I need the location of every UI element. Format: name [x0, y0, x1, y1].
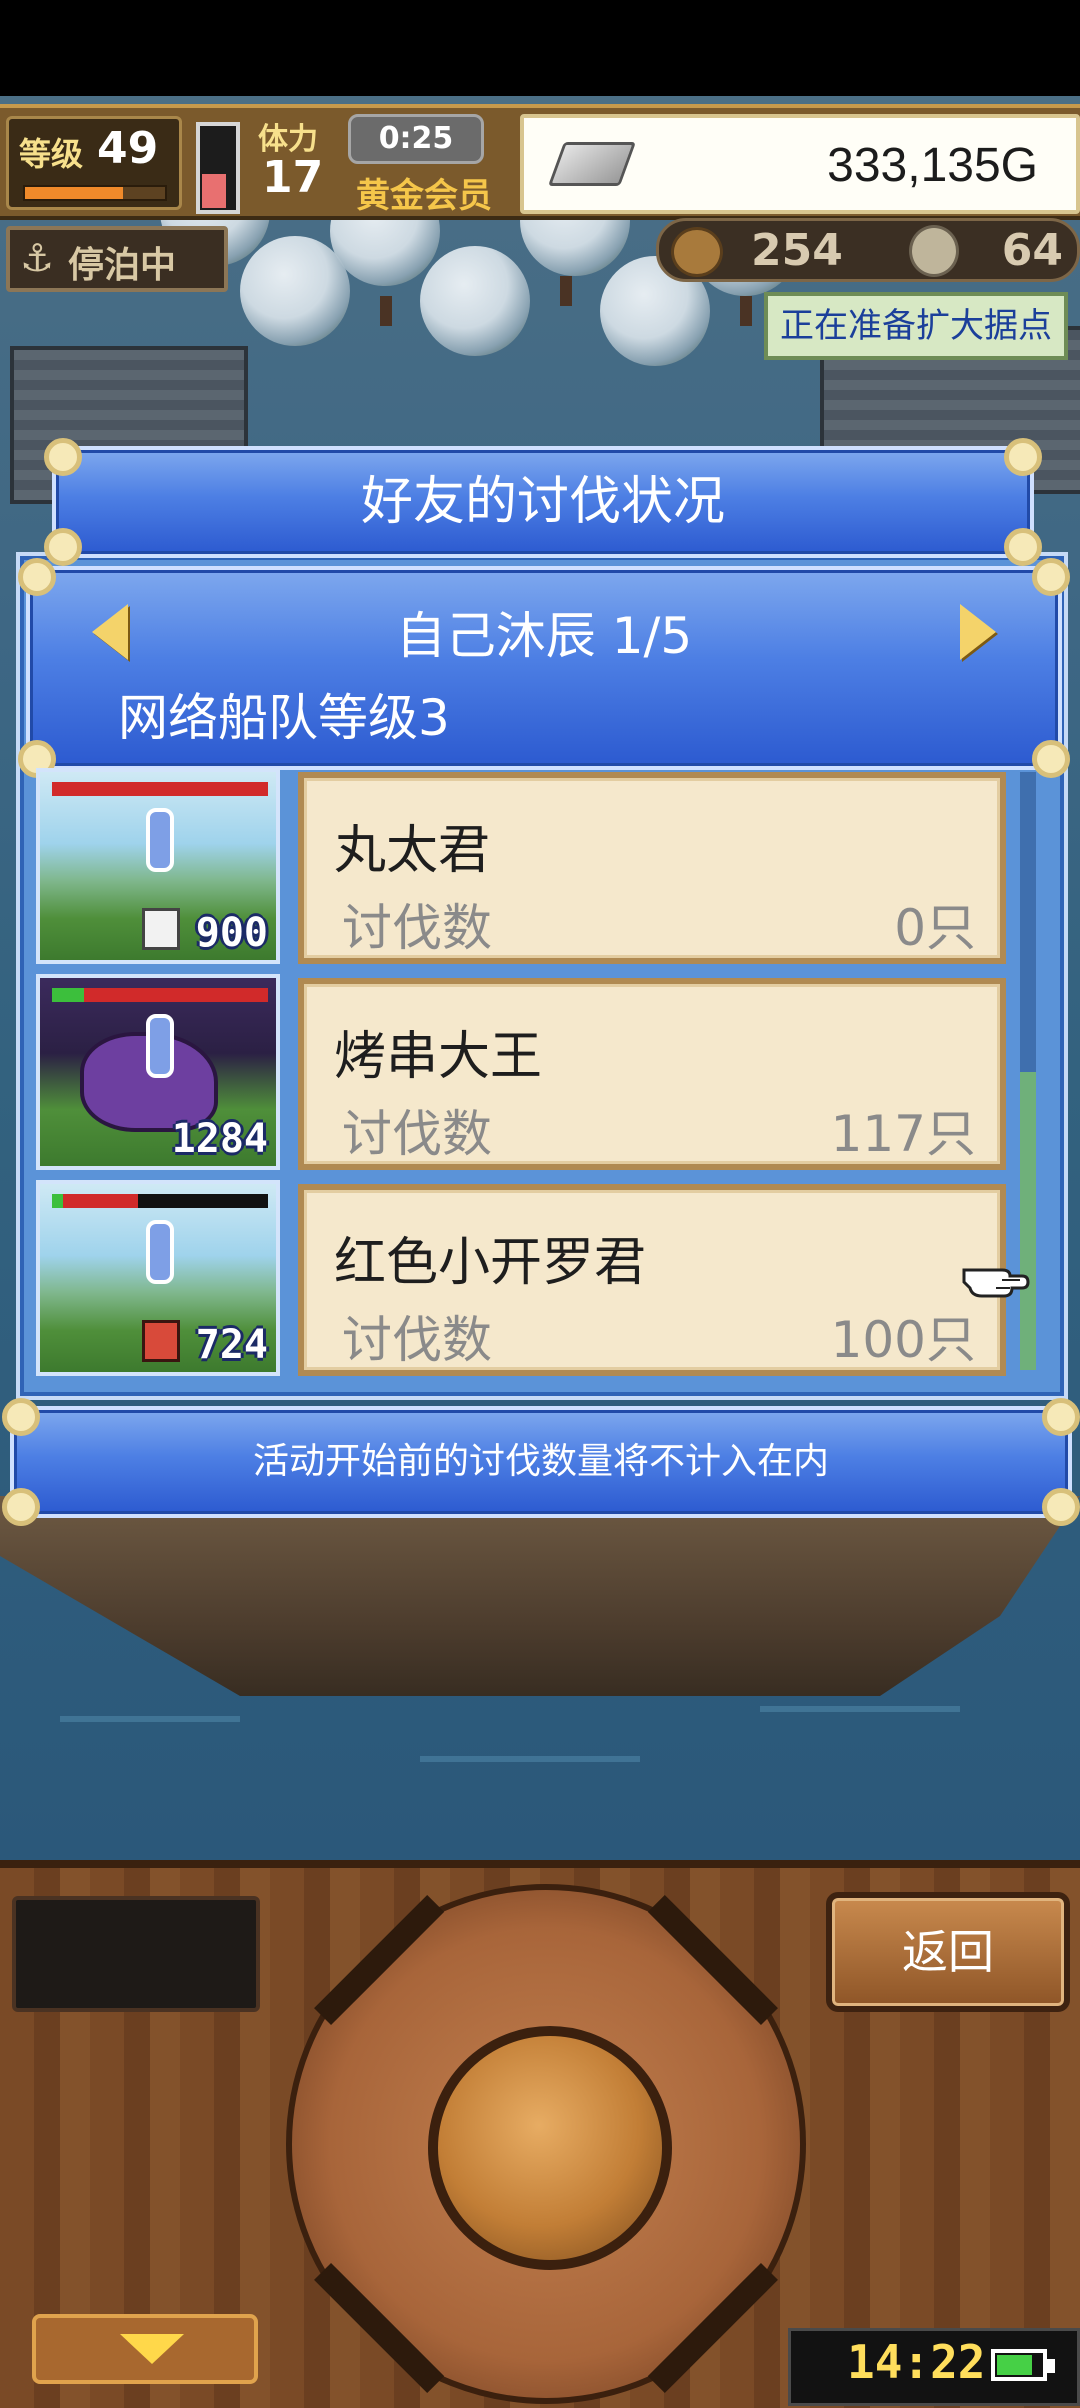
- exp-bar-fill: [25, 187, 123, 199]
- membership-label: 黄金会员: [356, 176, 492, 216]
- resource-1-value: 254: [751, 225, 843, 276]
- back-button[interactable]: 返回: [826, 1892, 1070, 2012]
- control-console: 返回 14:22: [0, 1860, 1080, 2408]
- ship-hull: [0, 1496, 1080, 1696]
- exp-bar: [23, 185, 167, 201]
- friend-header: 自己沐辰 1/5 网络船队等级3: [18, 558, 1070, 778]
- level-value: 49: [97, 123, 159, 174]
- monster-name: 丸太君: [334, 821, 491, 881]
- empty-slot: [12, 1896, 260, 2012]
- monster-count: 1284: [171, 1116, 268, 1162]
- monster-count: 724: [195, 1322, 268, 1368]
- kill-value: 100只: [830, 1311, 976, 1369]
- down-button[interactable]: [32, 2314, 258, 2384]
- hp-bar-red: [84, 988, 268, 1002]
- dpad-divider: [647, 1894, 778, 2026]
- exclamation-icon: [146, 1220, 174, 1284]
- list-item[interactable]: 1284 烤串大王 讨伐数 117只: [36, 974, 1006, 1174]
- hp-bar: [52, 782, 268, 796]
- wave: [60, 1716, 240, 1722]
- hp-bar-green: [52, 1194, 63, 1208]
- dpad-divider: [314, 1894, 445, 2026]
- dialog-title-bar: 好友的讨伐状况: [44, 438, 1042, 566]
- tree-trunk: [740, 296, 752, 326]
- gold-value: 333,135G: [827, 139, 1038, 192]
- back-button-label: 返回: [902, 1925, 994, 1979]
- battery-icon: [991, 2349, 1047, 2381]
- wave: [760, 1706, 960, 1712]
- docked-status: ⚓ 停泊中: [6, 226, 228, 292]
- battery-fill: [997, 2355, 1033, 2375]
- stamina-value: 17: [262, 152, 324, 203]
- critter-icon: [142, 908, 180, 950]
- tree-trunk: [380, 296, 392, 326]
- down-arrow-icon: [120, 2334, 184, 2364]
- monster-thumbnail: 900: [36, 768, 280, 964]
- bag-icon: [671, 227, 723, 277]
- next-friend-arrow-icon[interactable]: [960, 604, 996, 660]
- level-label: 等级: [19, 135, 84, 173]
- list-item[interactable]: 724 红色小开罗君 讨伐数 100只: [36, 1180, 1006, 1380]
- anchor-icon: ⚓: [20, 236, 55, 280]
- critter-icon: [142, 1320, 180, 1362]
- event-note: 活动开始前的讨伐数量将不计入在内: [252, 1441, 829, 1482]
- level-box: 等级 49: [6, 116, 182, 210]
- scrollbar-thumb[interactable]: [1020, 1072, 1036, 1370]
- dpad-center-button[interactable]: [428, 2026, 672, 2270]
- top-hud: 等级 49 体力 17 0:25 黄金会员 333,135G: [0, 104, 1080, 220]
- friend-name: 自己沐辰 1/5: [395, 607, 693, 665]
- pointing-hand-icon: [962, 1268, 1030, 1298]
- hp-bar-red: [52, 782, 268, 796]
- dialog-title: 好友的讨伐状况: [360, 472, 725, 532]
- fleet-level: 网络船队等级3: [118, 689, 450, 747]
- stamina-gauge-fill: [202, 173, 226, 208]
- dpad-divider: [314, 2262, 445, 2394]
- kill-card: 烤串大王 讨伐数 117只: [298, 978, 1006, 1170]
- monster-count: 900: [195, 910, 268, 956]
- kill-value: 0只: [894, 899, 976, 957]
- corner-ornament: [1032, 558, 1070, 596]
- expand-notice[interactable]: 正在准备扩大据点: [764, 292, 1068, 360]
- resource-2-value: 64: [1001, 225, 1063, 276]
- hp-bar-red: [62, 1194, 139, 1208]
- monster-name: 烤串大王: [334, 1027, 543, 1087]
- snow-tree: [420, 246, 530, 356]
- wave: [420, 1756, 640, 1762]
- kill-card: 红色小开罗君 讨伐数 100只: [298, 1184, 1006, 1376]
- clock-box: 14:22: [788, 2328, 1080, 2406]
- hp-bar: [52, 1194, 268, 1208]
- hp-bar-green: [52, 988, 85, 1002]
- list-item[interactable]: 900 丸太君 讨伐数 0只: [36, 768, 1006, 968]
- note-bar: 活动开始前的讨伐数量将不计入在内: [2, 1398, 1080, 1526]
- kill-label: 讨伐数: [342, 899, 492, 957]
- tree-trunk: [560, 276, 572, 306]
- exclamation-icon: [146, 1014, 174, 1078]
- stamina-gauge: [196, 122, 240, 214]
- corner-ornament: [1032, 740, 1070, 778]
- silver-bar-icon: [547, 142, 637, 186]
- hp-bar: [52, 988, 268, 1002]
- kill-label: 讨伐数: [342, 1105, 492, 1163]
- clock: 14:22: [847, 2335, 986, 2389]
- monster-thumbnail: 1284: [36, 974, 280, 1170]
- kill-label: 讨伐数: [342, 1311, 492, 1369]
- kill-card: 丸太君 讨伐数 0只: [298, 772, 1006, 964]
- dpad[interactable]: [286, 1884, 806, 2404]
- docked-label: 停泊中: [68, 245, 177, 286]
- monster-thumbnail: 724: [36, 1180, 280, 1376]
- battery-tip: [1047, 2359, 1055, 2373]
- exclamation-icon: [146, 808, 174, 872]
- monster-name: 红色小开罗君: [334, 1233, 647, 1293]
- stamina-timer: 0:25: [348, 114, 484, 164]
- kill-value: 117只: [830, 1105, 976, 1163]
- corner-ornament: [18, 558, 56, 596]
- gold-panel: 333,135G: [520, 114, 1080, 214]
- medal-icon: [909, 225, 959, 277]
- dpad-divider: [647, 2262, 778, 2394]
- resource-bar: 254 64: [656, 218, 1080, 282]
